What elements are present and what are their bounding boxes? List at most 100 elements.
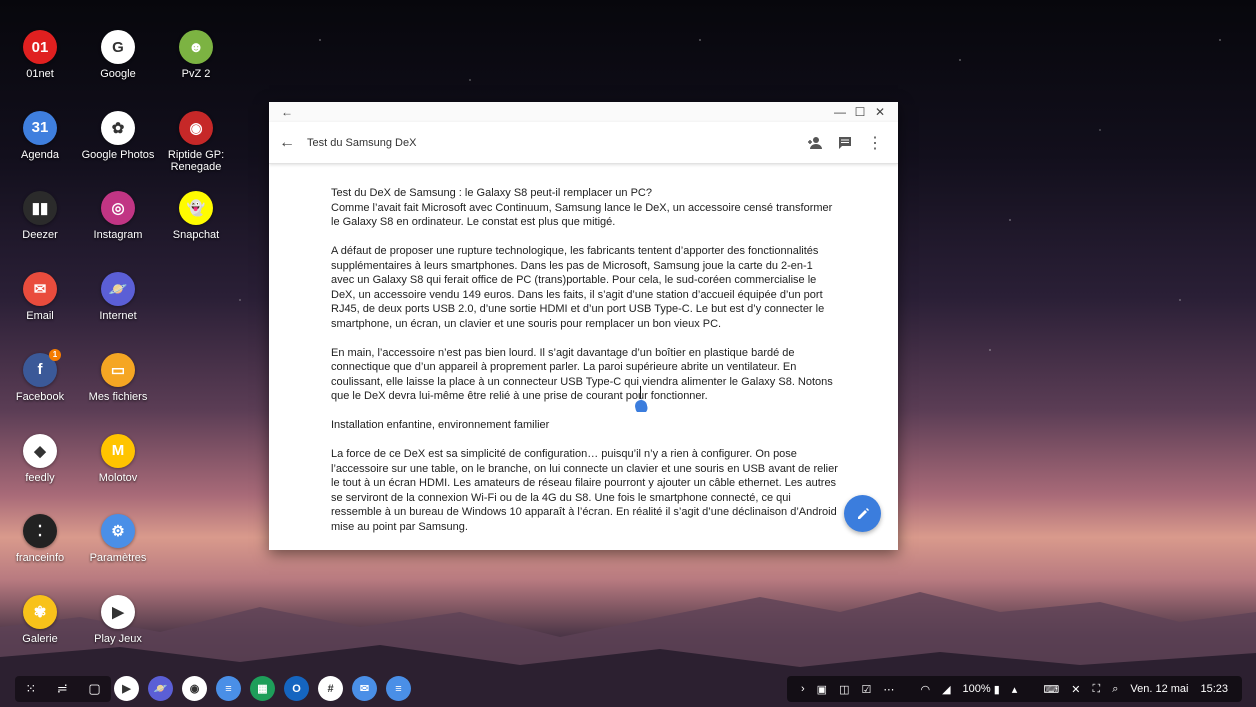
doc-paragraph: A défaut de proposer une rupture technol… — [331, 245, 825, 330]
feedly-icon: ◆ — [23, 433, 57, 468]
wifi-icon: ◠ — [920, 683, 931, 696]
add-person-icon[interactable] — [800, 136, 830, 150]
app-label: Play Jeux — [94, 632, 142, 645]
screenshot-icon[interactable]: ▣ — [817, 683, 827, 696]
screen-capture-icon[interactable]: ⛶ — [1093, 683, 1101, 696]
app-label: Galerie — [22, 632, 58, 645]
app-label: Google Photos — [81, 148, 155, 161]
app-label: Agenda — [21, 148, 59, 161]
google-icon: G — [101, 30, 135, 64]
minimize-icon[interactable]: — — [830, 105, 850, 119]
desktop-app-instagram[interactable]: ◎ Instagram — [78, 191, 158, 241]
settings-icon: ⚙ — [101, 514, 135, 549]
pencil-icon — [857, 507, 869, 519]
doc-paragraph: La force de ce DeX est sa simplicité de … — [331, 448, 838, 533]
more-options-icon[interactable]: ⋮ — [860, 133, 890, 153]
more-notif-icon[interactable]: ⋯ — [883, 683, 894, 696]
home-icon[interactable]: ▢ — [88, 681, 100, 697]
recents-icon[interactable]: ≓ — [57, 681, 68, 697]
riptide-icon: ◉ — [179, 110, 213, 145]
desktop-app-facebook[interactable]: f 1 Facebook — [0, 348, 80, 403]
instagram-icon: ◎ — [101, 191, 135, 226]
chevron-up-icon[interactable]: ▴ — [1012, 683, 1018, 696]
app-label: Molotov — [98, 471, 138, 484]
calendar-icon: 31 — [23, 110, 57, 145]
maximize-icon[interactable]: ☐ — [850, 105, 870, 119]
document-body[interactable]: Test du DeX de Samsung : le Galaxy S8 pe… — [269, 164, 898, 550]
google-sheets-icon[interactable]: ▦ — [250, 676, 275, 701]
taskbar-nav: ⁙ ≓ ▢ — [15, 676, 111, 702]
cursor-handle-icon[interactable] — [634, 398, 648, 412]
app-label: PvZ 2 — [181, 68, 211, 80]
keyboard-icon[interactable]: ⌨ — [1043, 683, 1059, 696]
notification-badge: 1 — [49, 348, 61, 361]
desktop-app-molotov[interactable]: M Molotov — [78, 433, 158, 484]
signal-icon: ◢ — [942, 683, 951, 696]
deezer-icon: ▮▮ — [23, 191, 57, 226]
date-text: Ven. 12 mai — [1130, 683, 1189, 695]
app-drawer-icon[interactable]: ⁙ — [25, 681, 36, 697]
close-icon[interactable]: ✕ — [870, 105, 890, 119]
chrome-icon[interactable]: ◉ — [182, 676, 207, 701]
desktop-app-riptide-gp-renegade[interactable]: ◉ Riptide GP: Renegade — [156, 110, 236, 173]
pvz2-icon: ☻ — [179, 30, 213, 64]
gallery-icon: ✾ — [23, 594, 57, 629]
desktop-app-agenda[interactable]: 31 Agenda — [0, 110, 80, 161]
window-back-icon[interactable]: ← — [277, 105, 297, 119]
desktop-app-google[interactable]: G Google — [78, 30, 158, 80]
edit-fab-button[interactable] — [844, 495, 881, 532]
app-label: Google — [100, 68, 136, 80]
desktop-app-01net[interactable]: 01 01net — [0, 30, 80, 80]
internet-icon[interactable]: 🪐 — [148, 676, 173, 701]
google-docs-icon[interactable]: ≡ — [216, 676, 241, 701]
email-icon[interactable]: ✉ — [352, 676, 377, 701]
doc-paragraph: Test du DeX de Samsung : le Galaxy S8 pe… — [331, 187, 833, 228]
desktop-app-deezer[interactable]: ▮▮ Deezer — [0, 191, 80, 241]
desktop-app-feedly[interactable]: ◆ feedly — [0, 433, 80, 484]
docs-window[interactable]: ← — ☐ ✕ ← Test du Samsung DeX ⋮ Test du … — [269, 102, 898, 550]
desktop-app-email[interactable]: ✉ Email — [0, 272, 80, 322]
desktop-app-franceinfo[interactable]: ⁚ franceinfo — [0, 514, 80, 564]
app-label: Riptide GP: Renegade — [167, 148, 225, 173]
mute-icon[interactable]: ✕ — [1071, 683, 1080, 696]
task-notif-icon[interactable]: ☑ — [861, 683, 871, 696]
desktop-app-param-tres[interactable]: ⚙ Paramètres — [78, 514, 158, 564]
play-games-icon: ▶ — [101, 594, 135, 629]
app-label: Mes fichiers — [88, 390, 148, 403]
system-tray: › ▣ ◫ ☑ ⋯ ◠ ◢ 100% ▮ ▴ ⌨ ✕ ⛶ ⌕ Ven. 12 m… — [787, 676, 1242, 702]
google-photos-icon: ✿ — [101, 110, 135, 145]
back-arrow-icon[interactable]: ← — [279, 134, 295, 152]
app-label: Internet — [99, 310, 137, 323]
time-text: 15:23 — [1200, 683, 1229, 695]
files-icon: ▭ — [101, 352, 135, 387]
01net-icon: 01 — [23, 30, 57, 64]
desktop-app-mes-fichiers[interactable]: ▭ Mes fichiers — [78, 352, 158, 403]
desktop-app-google-photos[interactable]: ✿ Google Photos — [78, 110, 158, 161]
outlook-icon[interactable]: O — [284, 676, 309, 701]
doc-title: Test du Samsung DeX — [307, 136, 417, 149]
taskbar: ⁙ ≓ ▢ ▶ 🪐 ◉ ≡ ▦ O # ✉ ≡ › ▣ ◫ ☑ ⋯ ◠ ◢ 100% ▮ ▴ ⌨… — [0, 671, 1256, 707]
app-label: feedly — [25, 471, 55, 484]
desktop-app-snapchat[interactable]: 👻 Snapchat — [156, 191, 236, 241]
doc-paragraph: Installation enfantine, environnement fa… — [331, 419, 550, 431]
slack-icon[interactable]: # — [318, 676, 343, 701]
gallery-notif-icon[interactable]: ◫ — [839, 683, 849, 696]
app-label: Instagram — [93, 229, 143, 242]
expand-tray-icon[interactable]: › — [801, 683, 805, 695]
comment-icon[interactable] — [830, 136, 860, 150]
play-store-icon[interactable]: ▶ — [114, 676, 139, 701]
window-titlebar: ← — ☐ ✕ — [269, 102, 898, 122]
google-docs-icon[interactable]: ≡ — [386, 676, 411, 701]
franceinfo-icon: ⁚ — [23, 514, 57, 549]
email-icon: ✉ — [23, 272, 57, 307]
desktop-app-internet[interactable]: 🪐 Internet — [78, 272, 158, 322]
desktop-app-play-jeux[interactable]: ▶ Play Jeux — [78, 594, 158, 645]
app-label: 01net — [26, 68, 54, 80]
desktop-app-galerie[interactable]: ✾ Galerie — [0, 594, 80, 645]
app-label: Snapchat — [172, 229, 220, 242]
internet-icon: 🪐 — [101, 272, 135, 307]
app-label: Paramètres — [89, 552, 147, 565]
app-label: franceinfo — [15, 552, 65, 565]
desktop-app-pvz-2[interactable]: ☻ PvZ 2 — [156, 30, 236, 80]
search-icon[interactable]: ⌕ — [1112, 683, 1118, 696]
